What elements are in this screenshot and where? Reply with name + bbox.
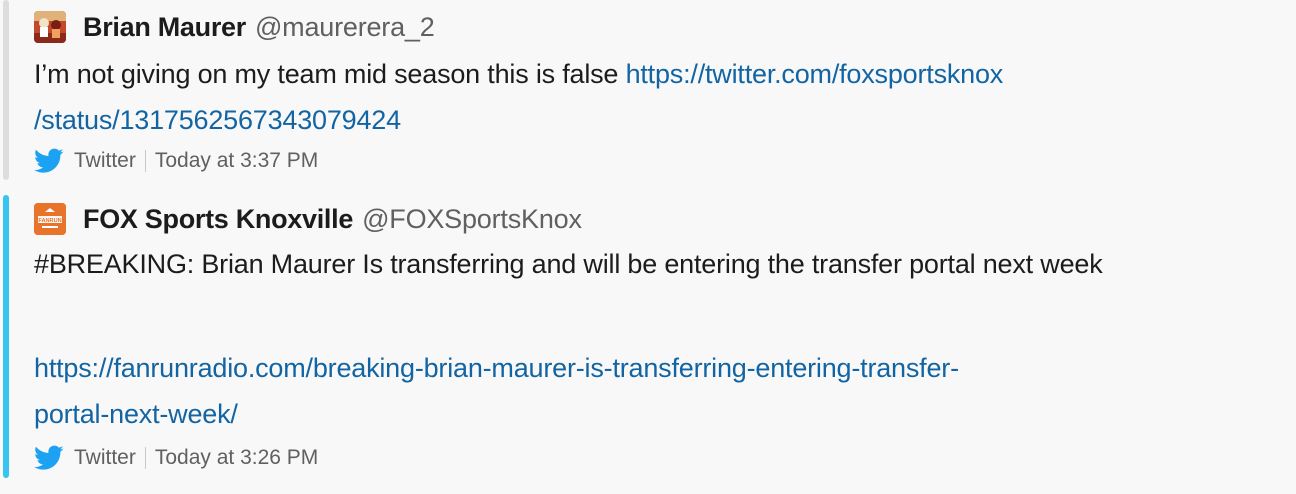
tweet-link-continued[interactable]: /status/1317562567343079424 [34,105,401,135]
tweet-link-block: https://fanrunradio.com/breaking-brian-m… [34,345,1184,437]
footer-source: Twitter [74,149,136,172]
twitter-bird-icon [34,445,64,470]
attachment-footer: Twitter Today at 3:37 PM [34,146,318,176]
tweet-text: I’m not giving on my team mid season thi… [34,51,1184,143]
tweet-link-continued[interactable]: portal-next-week/ [34,399,238,429]
tweet-text-content: #BREAKING: Brian Maurer Is transferring … [34,249,1103,279]
avatar-logo-text: FANRUN [38,218,61,224]
twitter-bird-icon [34,148,64,173]
author-avatar[interactable]: FANRUN [34,203,66,235]
tweet-text-content: I’m not giving on my team mid season thi… [34,59,626,89]
author-avatar[interactable] [34,11,66,43]
author-handle[interactable]: @FOXSportsKnox [362,204,582,235]
author-name[interactable]: Brian Maurer [83,12,246,43]
author-row: FANRUN FOX Sports Knoxville @FOXSportsKn… [34,202,582,236]
author-handle[interactable]: @maurerera_2 [255,12,435,43]
tweet-link[interactable]: https://twitter.com/foxsportsknox [626,59,1004,89]
author-name[interactable]: FOX Sports Knoxville [83,204,353,235]
attachment-footer: Twitter Today at 3:26 PM [34,443,318,473]
tweet-link[interactable]: https://fanrunradio.com/breaking-brian-m… [34,353,959,383]
footer-separator [144,150,146,172]
tweet-text: #BREAKING: Brian Maurer Is transferring … [34,241,1174,287]
attachment-bar [3,0,9,180]
author-row: Brian Maurer @maurerera_2 [34,10,435,44]
attachment-bar [3,195,9,478]
footer-source: Twitter [74,446,136,469]
tweet-attachment-2: FANRUN FOX Sports Knoxville @FOXSportsKn… [0,195,1296,494]
footer-separator [144,447,146,469]
tweet-attachment-1: Brian Maurer @maurerera_2 I’m not giving… [0,0,1296,185]
footer-timestamp[interactable]: Today at 3:26 PM [155,446,318,470]
footer-timestamp[interactable]: Today at 3:37 PM [155,149,318,173]
